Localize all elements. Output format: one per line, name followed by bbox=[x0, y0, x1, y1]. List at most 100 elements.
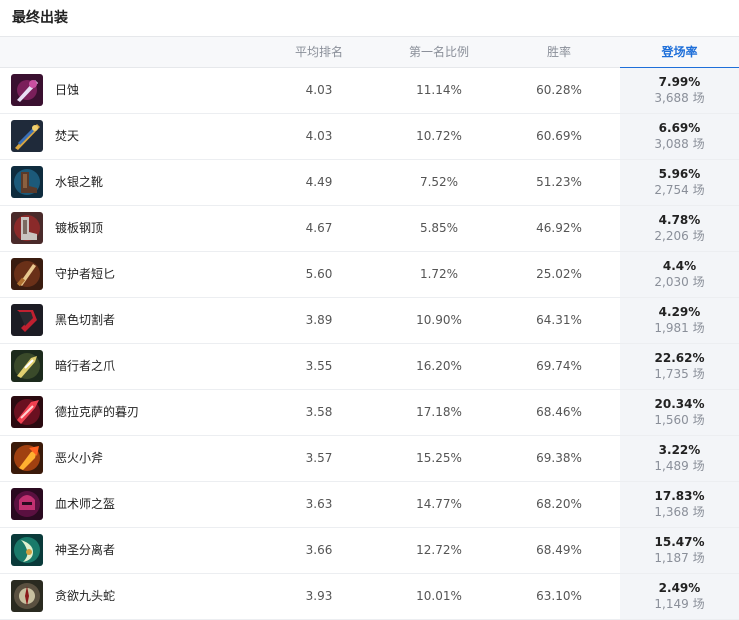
play-rate-cell: 4.4% 2,030 场 bbox=[620, 258, 739, 290]
win-rate-value: 63.10% bbox=[536, 589, 582, 603]
play-rate-value: 6.69% bbox=[658, 121, 701, 135]
table-row[interactable]: 神圣分离者 3.66 12.72% 68.49% 15.47% 1,187 场 bbox=[0, 528, 739, 574]
item-name[interactable]: 贪欲九头蛇 bbox=[55, 574, 115, 619]
table-row[interactable]: 日蚀 4.03 11.14% 60.28% 7.99% 3,688 场 bbox=[0, 68, 739, 114]
item-name[interactable]: 焚天 bbox=[55, 114, 79, 159]
play-rate-value: 5.96% bbox=[658, 167, 701, 181]
item-name[interactable]: 神圣分离者 bbox=[55, 528, 115, 573]
item-name[interactable]: 镀板钢顶 bbox=[55, 206, 103, 251]
first-rate-value: 11.14% bbox=[416, 83, 462, 97]
play-rate-value: 7.99% bbox=[658, 75, 701, 89]
header-play-rate[interactable]: 登场率 bbox=[620, 37, 739, 69]
avg-rank-value: 3.66 bbox=[305, 543, 333, 557]
table-row[interactable]: 暗行者之爪 3.55 16.20% 69.74% 22.62% 1,735 场 bbox=[0, 344, 739, 390]
table-row[interactable]: 焚天 4.03 10.72% 60.69% 6.69% 3,088 场 bbox=[0, 114, 739, 160]
ravenous-hydra-icon bbox=[11, 580, 43, 612]
table-row[interactable]: 守护者短匕 5.60 1.72% 25.02% 4.4% 2,030 场 bbox=[0, 252, 739, 298]
item-name[interactable]: 黑色切割者 bbox=[55, 298, 115, 343]
play-rate-cell: 3.22% 1,489 场 bbox=[620, 442, 739, 474]
games-count: 1,489 场 bbox=[654, 459, 705, 473]
play-rate-cell: 2.49% 1,149 场 bbox=[620, 580, 739, 612]
games-count: 3,088 场 bbox=[654, 137, 705, 151]
avg-rank-value: 4.67 bbox=[305, 221, 333, 235]
play-rate-cell: 15.47% 1,187 场 bbox=[620, 534, 739, 566]
table-row[interactable]: 黑色切割者 3.89 10.90% 64.31% 4.29% 1,981 场 bbox=[0, 298, 739, 344]
items-table: 平均排名 第一名比例 胜率 登场率 日蚀 4.03 11.14% 60.28% 7.99… bbox=[0, 36, 739, 620]
play-rate-value: 17.83% bbox=[654, 489, 705, 503]
games-count: 1,368 场 bbox=[654, 505, 705, 519]
play-rate-value: 22.62% bbox=[654, 351, 705, 365]
burning-sky-icon bbox=[11, 120, 43, 152]
item-name[interactable]: 血术师之盔 bbox=[55, 482, 115, 527]
win-rate-value: 25.02% bbox=[536, 267, 582, 281]
avg-rank-value: 3.55 bbox=[305, 359, 333, 373]
item-name[interactable]: 日蚀 bbox=[55, 68, 79, 113]
header-avg-rank[interactable]: 平均排名 bbox=[270, 37, 368, 68]
item-name[interactable]: 水银之靴 bbox=[55, 160, 103, 205]
section-title: 最终出装 bbox=[12, 10, 68, 26]
avg-rank-value: 3.89 bbox=[305, 313, 333, 327]
first-rate-value: 1.72% bbox=[419, 267, 459, 281]
hellfire-hatchet-icon bbox=[11, 442, 43, 474]
play-rate-value: 2.49% bbox=[658, 581, 701, 595]
black-cleaver-icon bbox=[11, 304, 43, 336]
play-rate-cell: 17.83% 1,368 场 bbox=[620, 488, 739, 520]
games-count: 1,981 场 bbox=[654, 321, 705, 335]
win-rate-value: 46.92% bbox=[536, 221, 582, 235]
avg-rank-value: 4.03 bbox=[305, 83, 333, 97]
guardian-dagger-icon bbox=[11, 258, 43, 290]
table-row[interactable]: 恶火小斧 3.57 15.25% 69.38% 3.22% 1,489 场 bbox=[0, 436, 739, 482]
first-rate-value: 14.77% bbox=[416, 497, 462, 511]
table-row[interactable]: 德拉克萨的暮刃 3.58 17.18% 68.46% 20.34% 1,560 场 bbox=[0, 390, 739, 436]
avg-rank-value: 5.60 bbox=[305, 267, 333, 281]
header-first-rate[interactable]: 第一名比例 bbox=[389, 37, 489, 68]
win-rate-value: 51.23% bbox=[536, 175, 582, 189]
games-count: 2,206 场 bbox=[654, 229, 705, 243]
play-rate-cell: 6.69% 3,088 场 bbox=[620, 120, 739, 152]
games-count: 1,187 场 bbox=[654, 551, 705, 565]
avg-rank-value: 3.58 bbox=[305, 405, 333, 419]
table-row[interactable]: 血术师之盔 3.63 14.77% 68.20% 17.83% 1,368 场 bbox=[0, 482, 739, 528]
first-rate-value: 17.18% bbox=[416, 405, 462, 419]
table-header: 平均排名 第一名比例 胜率 登场率 bbox=[0, 36, 739, 69]
mercury-boots-icon bbox=[11, 166, 43, 198]
play-rate-value: 4.78% bbox=[658, 213, 701, 227]
header-win-rate[interactable]: 胜率 bbox=[509, 37, 609, 68]
win-rate-value: 68.49% bbox=[536, 543, 582, 557]
item-name[interactable]: 暗行者之爪 bbox=[55, 344, 115, 389]
duskblade-icon bbox=[11, 396, 43, 428]
win-rate-value: 60.69% bbox=[536, 129, 582, 143]
win-rate-value: 68.20% bbox=[536, 497, 582, 511]
first-rate-value: 10.90% bbox=[416, 313, 462, 327]
first-rate-value: 10.72% bbox=[416, 129, 462, 143]
item-name[interactable]: 恶火小斧 bbox=[55, 436, 103, 481]
item-name[interactable]: 守护者短匕 bbox=[55, 252, 115, 297]
item-name[interactable]: 德拉克萨的暮刃 bbox=[55, 390, 139, 435]
eclipse-icon bbox=[11, 74, 43, 106]
games-count: 2,754 场 bbox=[654, 183, 705, 197]
games-count: 1,735 场 bbox=[654, 367, 705, 381]
plated-steelcaps-icon bbox=[11, 212, 43, 244]
play-rate-value: 15.47% bbox=[654, 535, 705, 549]
win-rate-value: 68.46% bbox=[536, 405, 582, 419]
table-body: 日蚀 4.03 11.14% 60.28% 7.99% 3,688 场焚天 4.03 10.7… bbox=[0, 68, 739, 620]
divine-sunderer-icon bbox=[11, 534, 43, 566]
avg-rank-value: 3.93 bbox=[305, 589, 333, 603]
games-count: 1,560 场 bbox=[654, 413, 705, 427]
prowlers-claw-icon bbox=[11, 350, 43, 382]
bloodmage-helm-icon bbox=[11, 488, 43, 520]
play-rate-cell: 22.62% 1,735 场 bbox=[620, 350, 739, 382]
table-row[interactable]: 水银之靴 4.49 7.52% 51.23% 5.96% 2,754 场 bbox=[0, 160, 739, 206]
play-rate-cell: 4.29% 1,981 场 bbox=[620, 304, 739, 336]
first-rate-value: 7.52% bbox=[419, 175, 459, 189]
play-rate-value: 4.4% bbox=[662, 259, 697, 273]
avg-rank-value: 3.63 bbox=[305, 497, 333, 511]
first-rate-value: 12.72% bbox=[416, 543, 462, 557]
table-row[interactable]: 镀板钢顶 4.67 5.85% 46.92% 4.78% 2,206 场 bbox=[0, 206, 739, 252]
play-rate-value: 4.29% bbox=[658, 305, 701, 319]
avg-rank-value: 4.49 bbox=[305, 175, 333, 189]
games-count: 3,688 场 bbox=[654, 91, 705, 105]
avg-rank-value: 4.03 bbox=[305, 129, 333, 143]
table-row[interactable]: 贪欲九头蛇 3.93 10.01% 63.10% 2.49% 1,149 场 bbox=[0, 574, 739, 620]
win-rate-value: 69.74% bbox=[536, 359, 582, 373]
